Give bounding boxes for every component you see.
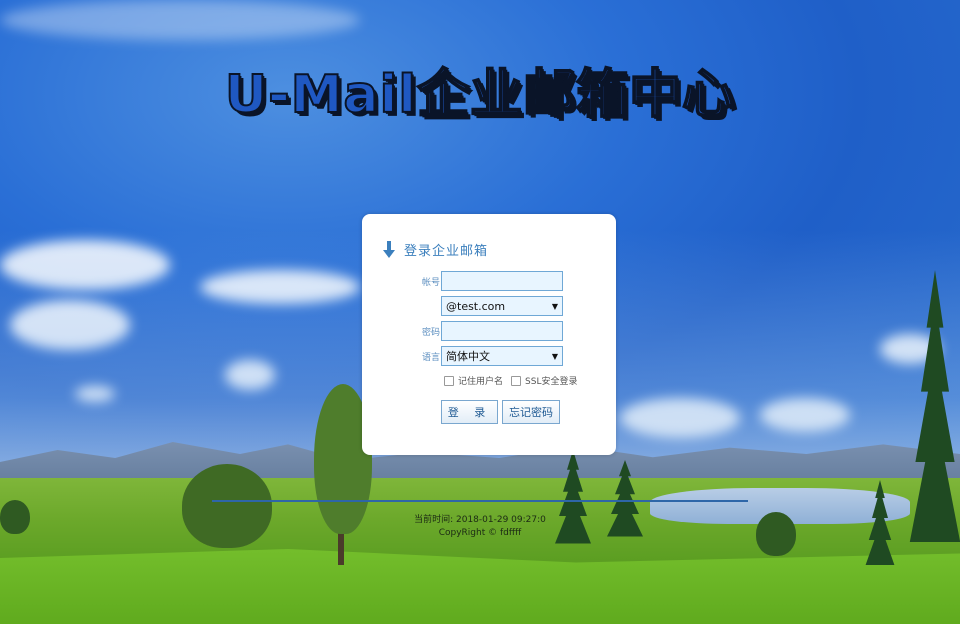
ssl-checkbox[interactable] xyxy=(511,375,522,386)
language-label: 语言 xyxy=(421,353,440,363)
chevron-down-icon: ▼ xyxy=(551,351,558,361)
language-select[interactable]: 简体中文 ▼ xyxy=(441,346,563,366)
login-button[interactable]: 登 录 xyxy=(441,400,498,424)
account-input[interactable] xyxy=(441,271,563,291)
current-time: 当前时间: 2018-01-29 09:27:0 xyxy=(414,515,546,525)
password-row: 密码 xyxy=(362,321,616,343)
account-label: 帐号 xyxy=(421,278,440,288)
language-row: 语言 简体中文 ▼ xyxy=(362,346,616,368)
forgot-password-button[interactable]: 忘记密码 xyxy=(502,400,560,424)
arrow-down-icon xyxy=(383,240,395,258)
password-label: 密码 xyxy=(421,328,440,338)
login-options: 记住用户名 SSL安全登录 xyxy=(444,374,585,387)
login-header: 登录企业邮箱 xyxy=(382,240,488,259)
remember-checkbox[interactable] xyxy=(444,375,454,386)
account-row: 帐号 xyxy=(362,271,616,293)
ssl-label: SSL安全登录 xyxy=(525,377,578,387)
login-panel: 登录企业邮箱 帐号 @test.com ▼ 密码 语言 简体中文 ▼ 记住用户名… xyxy=(362,214,616,455)
remember-label: 记住用户名 xyxy=(458,377,504,387)
domain-select-value: @test.com xyxy=(446,299,506,313)
login-title: 登录企业邮箱 xyxy=(404,244,489,259)
page-title: U-Mail企业邮箱中心 xyxy=(224,64,736,126)
copyright: CopyRight © fdffff xyxy=(438,528,522,538)
domain-select[interactable]: @test.com ▼ xyxy=(441,296,563,316)
language-select-value: 简体中文 xyxy=(446,350,490,363)
cloud xyxy=(0,0,360,40)
domain-row: @test.com ▼ xyxy=(362,296,616,318)
chevron-down-icon: ▼ xyxy=(551,301,558,311)
footer-divider xyxy=(212,500,748,502)
password-input[interactable] xyxy=(441,321,563,341)
